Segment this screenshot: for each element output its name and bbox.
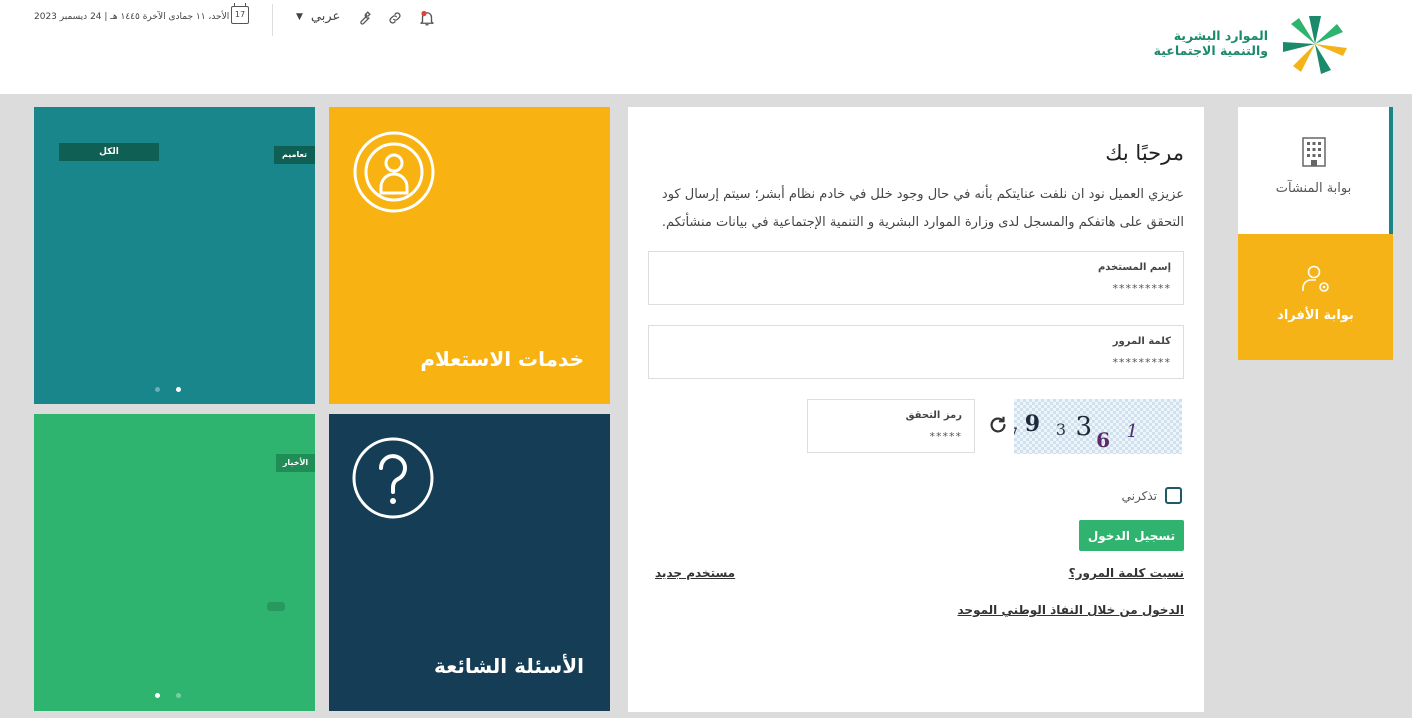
calendar-icon[interactable]: 17 xyxy=(231,3,249,24)
tab-circulars[interactable]: تعاميم xyxy=(274,146,315,164)
carousel-dots xyxy=(155,387,181,392)
refresh-captcha-icon[interactable] xyxy=(987,414,1009,436)
site-header: الأحد، ١١ جمادى الآخرة ١٤٤٥ هـ | 24 ديسم… xyxy=(0,0,1412,94)
carousel-dots xyxy=(155,693,181,698)
faq-tile[interactable]: الأسئلة الشائعة xyxy=(329,414,610,711)
language-selector[interactable]: ▼ عربي xyxy=(296,9,340,24)
welcome-title: مرحبًا بك xyxy=(1105,141,1184,165)
password-label: كلمة المرور xyxy=(1112,336,1171,347)
username-label: إسم المستخدم xyxy=(1097,262,1171,273)
language-label: عربي xyxy=(310,9,341,24)
ministry-logo[interactable]: الموارد البشرية والتنمية الاجتماعية xyxy=(1150,12,1360,78)
remember-label: تذكرني xyxy=(1121,488,1157,503)
sidebar-item-establishments[interactable]: بوابة المنشآت xyxy=(1238,107,1393,234)
nafath-login-link[interactable]: الدخول من خلال النفاذ الوطني الموحد xyxy=(958,603,1185,617)
login-button[interactable]: تسجيل الدخول xyxy=(1079,520,1184,551)
wrench-icon[interactable] xyxy=(354,9,372,27)
news-tile[interactable]: الأخبار xyxy=(34,414,315,711)
inquiry-services-title: خدمات الاستعلام xyxy=(420,347,584,371)
header-divider xyxy=(272,4,273,36)
tab-news[interactable]: الأخبار xyxy=(276,454,315,472)
remember-me[interactable]: تذكرني xyxy=(1122,487,1182,504)
intro-text: عزيزي العميل نود ان نلفت عنايتكم بأنه في… xyxy=(661,187,1184,230)
captcha-char: 7 xyxy=(1014,424,1018,443)
carousel-dot[interactable] xyxy=(176,693,181,698)
current-date: الأحد، ١١ جمادى الآخرة ١٤٤٥ هـ | 24 ديسم… xyxy=(34,12,230,22)
captcha-image: 7 9 3 3 6 1 xyxy=(1014,399,1182,454)
captcha-char: 9 xyxy=(1025,411,1040,437)
tab-all[interactable]: الكل xyxy=(59,143,159,161)
password-value[interactable]: ********* xyxy=(1113,356,1172,369)
login-card: مرحبًا بك عزيزي العميل نود ان نلفت عنايت… xyxy=(628,107,1204,712)
faq-title: الأسئلة الشائعة xyxy=(434,654,584,678)
carousel-dot[interactable] xyxy=(155,387,160,392)
logo-mark-icon xyxy=(1283,16,1347,74)
username-field[interactable]: إسم المستخدم ********* xyxy=(648,251,1184,305)
building-icon xyxy=(1238,137,1389,167)
remember-checkbox[interactable] xyxy=(1165,487,1182,504)
username-value[interactable]: ********* xyxy=(1113,282,1172,295)
sidebar-item-individuals[interactable]: بوابة الأفراد xyxy=(1238,234,1393,360)
sidebar-item-label: بوابة الأفراد xyxy=(1277,308,1354,323)
captcha-char: 6 xyxy=(1096,428,1110,452)
captcha-char: 3 xyxy=(1056,420,1066,439)
chevron-down-icon: ▼ xyxy=(296,11,303,22)
broadcast-user-icon xyxy=(351,129,437,219)
forgot-password-link[interactable]: نسيت كلمة المرور؟ xyxy=(1069,566,1184,580)
new-user-link[interactable]: مستخدم جديد xyxy=(655,566,735,580)
logo-text: الموارد البشرية والتنمية الاجتماعية xyxy=(1153,28,1268,58)
captcha-field[interactable]: رمز التحقق ***** xyxy=(807,399,975,453)
link-icon[interactable] xyxy=(386,9,404,27)
question-icon xyxy=(351,436,435,524)
sidebar-item-label: بوابة المنشآت xyxy=(1275,181,1352,196)
captcha-label: رمز التحقق xyxy=(905,410,962,421)
captcha-char: 3 xyxy=(1075,412,1092,442)
captcha-char: 1 xyxy=(1127,421,1138,442)
password-field[interactable]: كلمة المرور ********* xyxy=(648,325,1184,379)
bell-icon[interactable] xyxy=(418,9,436,27)
portal-sidebar: بوابة المنشآت بوابة الأفراد xyxy=(1238,107,1393,360)
user-gear-icon xyxy=(1238,264,1393,294)
captcha-value[interactable]: ***** xyxy=(930,430,963,443)
carousel-dot[interactable] xyxy=(155,693,160,698)
inquiry-services-tile[interactable]: خدمات الاستعلام xyxy=(329,107,610,404)
carousel-dot[interactable] xyxy=(176,387,181,392)
announcements-tile[interactable]: الكل تعاميم xyxy=(34,107,315,404)
news-indicator xyxy=(267,602,285,611)
